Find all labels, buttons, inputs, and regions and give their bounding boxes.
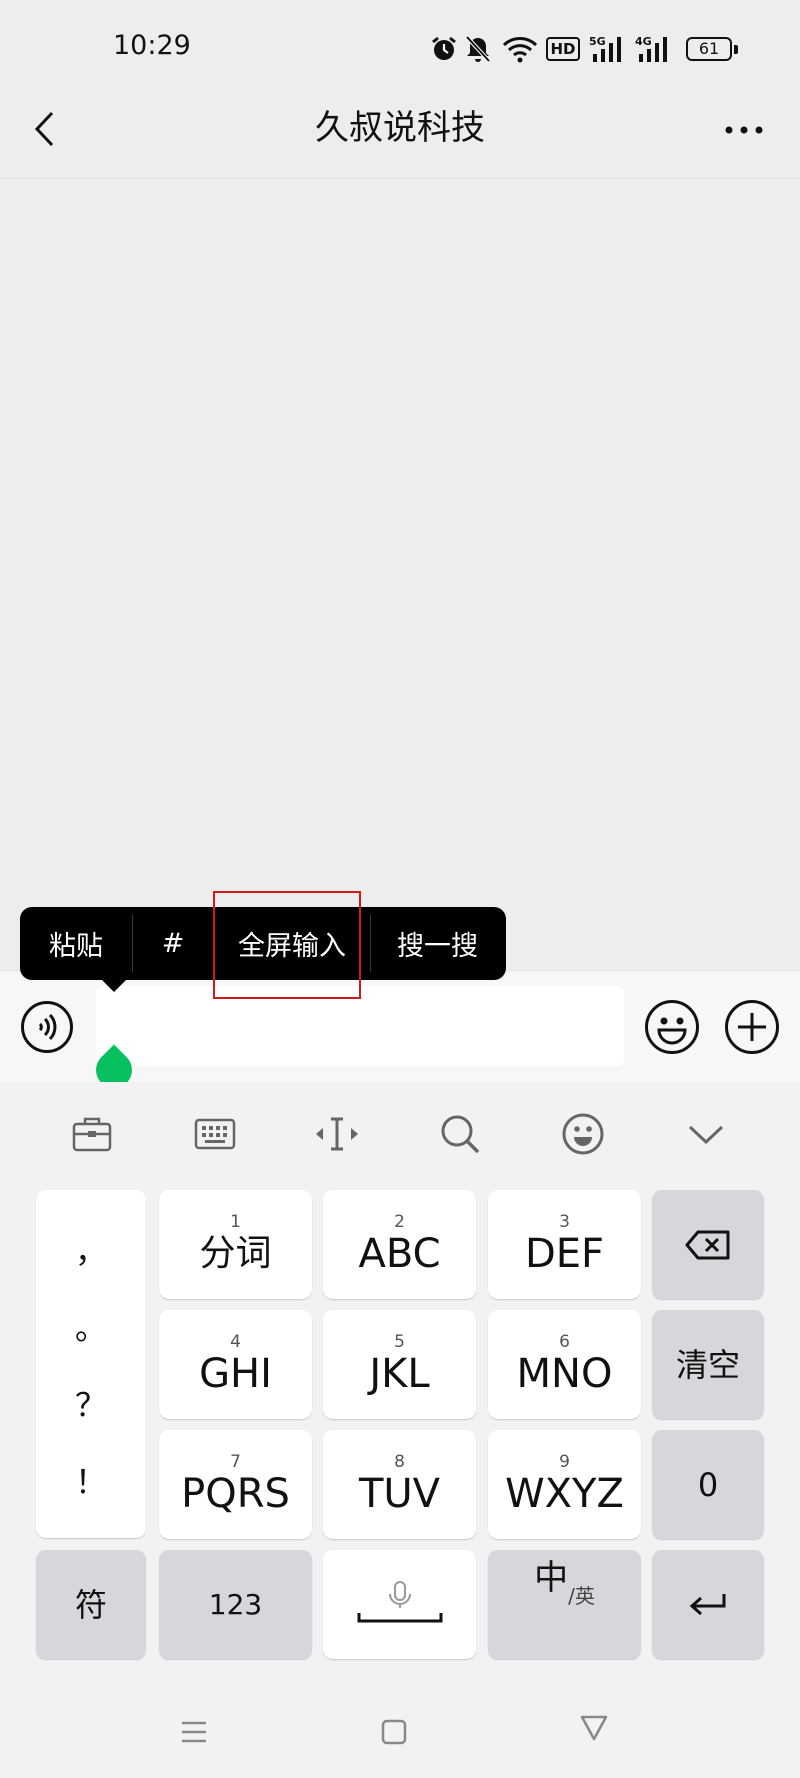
backspace-icon [685,1230,730,1259]
plus-icon [725,1000,779,1054]
wifi-icon [500,34,540,64]
highlight-box [213,891,361,999]
menu-item-search[interactable]: 搜一搜 [371,907,504,980]
keyboard-switch-button[interactable] [185,1108,245,1160]
chat-area [0,179,800,969]
alarm-icon [429,34,459,64]
menu-item-hashtag[interactable]: # [133,907,213,980]
space-key[interactable] [323,1550,476,1659]
key-3[interactable]: 3 DEF [488,1190,641,1299]
numbers-key[interactable]: 123 [159,1550,312,1659]
key-6[interactable]: 6 MNO [488,1310,641,1419]
key-8[interactable]: 8 TUV [323,1430,476,1539]
mute-bell-icon [463,34,493,64]
menu-icon [182,1721,206,1743]
search-icon [441,1115,480,1154]
key-9[interactable]: 9 WXYZ [488,1430,641,1539]
cursor-move-button[interactable] [307,1108,367,1160]
plus-button[interactable] [724,999,780,1055]
cursor-icon [316,1117,358,1151]
toolbox-icon [72,1117,112,1152]
more-icon [725,126,763,134]
key-5[interactable]: 5 JKL [323,1310,476,1419]
recent-apps-button[interactable] [174,1712,214,1752]
language-switch-key[interactable]: 中 /英 [488,1550,641,1659]
status-time: 10:29 [113,30,191,61]
key-2[interactable]: 2 ABC [323,1190,476,1299]
emoji-icon [645,1000,699,1054]
signal-5g-icon: 5G [588,34,628,64]
collapse-icon [688,1125,724,1145]
key-1[interactable]: 1 分词 [159,1190,312,1299]
emoji-icon [562,1113,604,1155]
punct-exclamation[interactable]: ！ [75,1457,107,1503]
svg-text:5G: 5G [589,35,606,48]
hd-icon: HD [546,34,580,64]
voice-icon [21,1001,73,1053]
battery-tip [734,45,738,54]
key-0[interactable]: 0 [652,1430,764,1539]
signal-4g-icon: 4G [634,34,674,64]
more-button[interactable] [718,110,770,150]
punctuation-panel: ， 。 ？ ！ [36,1190,146,1538]
voice-button[interactable] [20,1000,74,1054]
menu-pointer [100,978,128,992]
key-7[interactable]: 7 PQRS [159,1430,312,1539]
svg-text:4G: 4G [635,35,652,48]
battery-icon: 61 [684,34,734,64]
backspace-key[interactable] [652,1190,764,1299]
home-icon [381,1719,407,1745]
emoji-button[interactable] [644,999,700,1055]
keyboard-search-button[interactable] [430,1108,490,1160]
menu-item-paste[interactable]: 粘贴 [20,907,132,980]
chat-title: 久叔说科技 [315,108,485,148]
back-triangle-icon [580,1715,608,1741]
symbol-key[interactable]: 符 [36,1550,146,1659]
clear-key[interactable]: 清空 [652,1310,764,1419]
enter-key[interactable] [652,1550,764,1659]
nav-back-button[interactable] [574,1708,614,1748]
key-4[interactable]: 4 GHI [159,1310,312,1419]
enter-icon [689,1593,726,1615]
keyboard-icon [194,1118,236,1150]
punct-comma[interactable]: ， [75,1226,107,1272]
keyboard-emoji-button[interactable] [553,1108,613,1160]
punct-period[interactable]: 。 [75,1303,107,1349]
toolbox-button[interactable] [62,1108,122,1160]
space-microphone-icon [357,1580,442,1622]
home-button[interactable] [374,1712,414,1752]
punct-question[interactable]: ？ [75,1380,107,1426]
collapse-keyboard-button[interactable] [676,1108,736,1160]
